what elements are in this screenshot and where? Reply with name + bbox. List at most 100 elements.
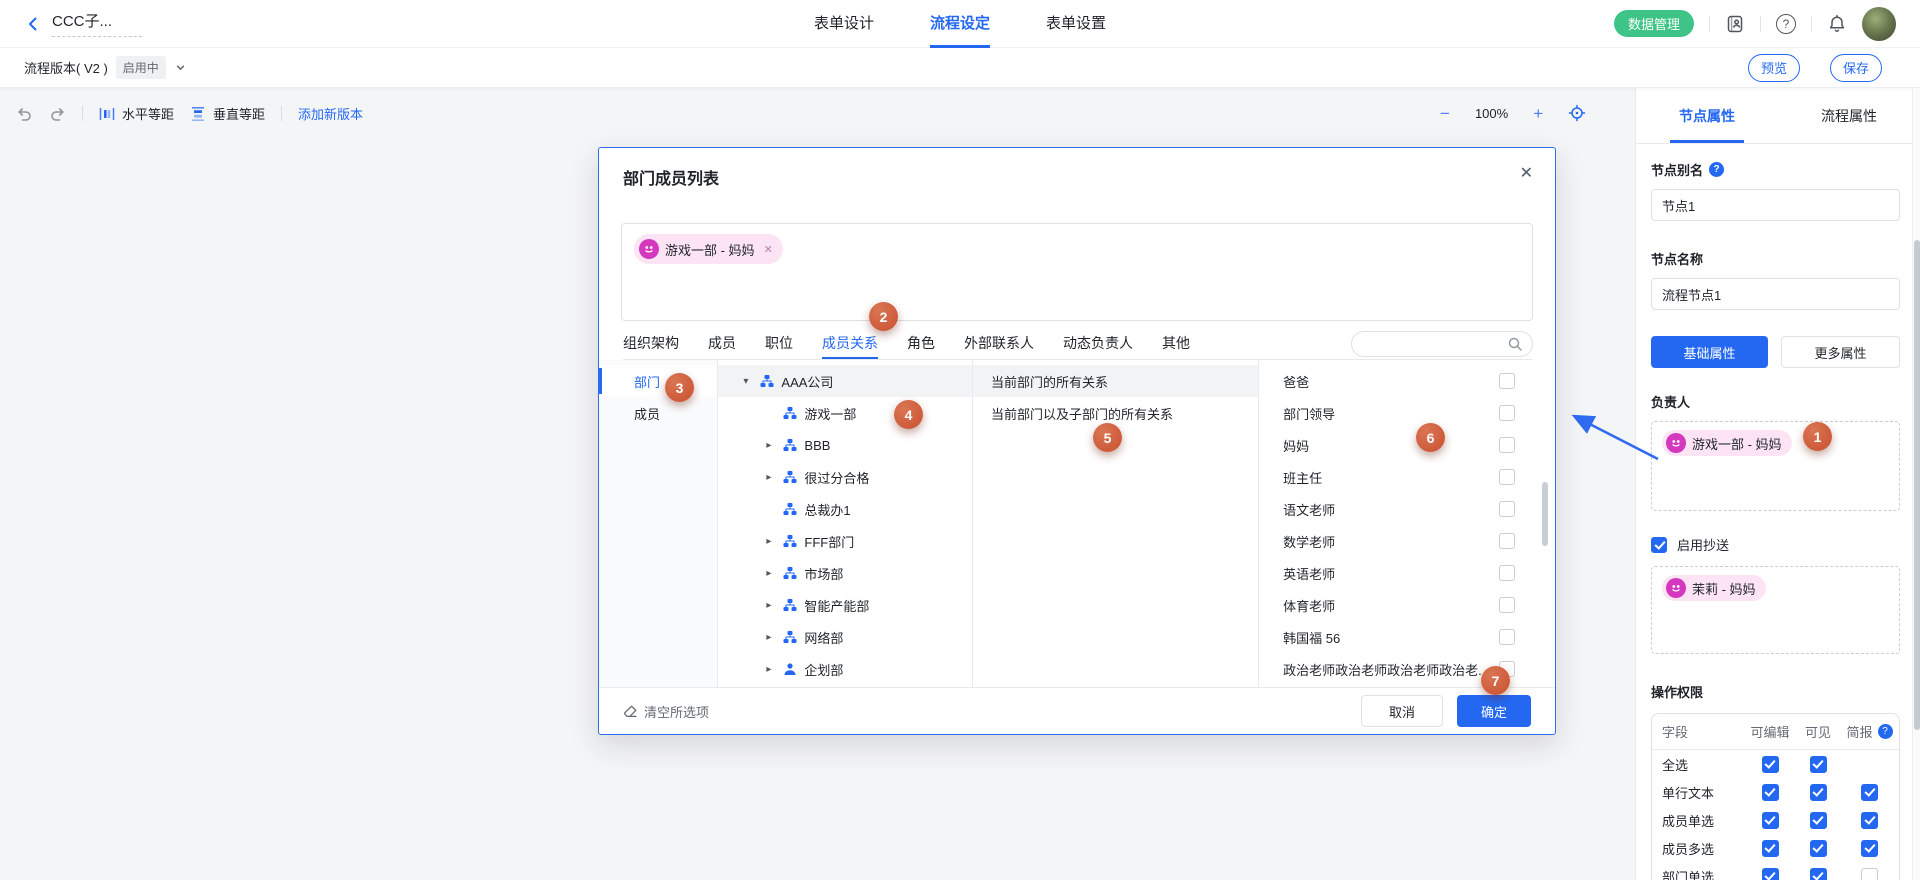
member-row[interactable]: 部门领导	[1259, 397, 1555, 429]
member-checkbox[interactable]	[1499, 373, 1515, 389]
member-row[interactable]: 体育老师	[1259, 589, 1555, 621]
tree-item[interactable]: 市场部	[718, 557, 972, 589]
basic-properties-button[interactable]: 基础属性	[1651, 336, 1768, 368]
caret-right-icon[interactable]	[766, 664, 783, 675]
help-icon[interactable]	[1878, 724, 1893, 739]
modal-tab-3[interactable]: 职位	[765, 329, 793, 359]
back-button[interactable]	[24, 15, 42, 33]
perm-checkbox-visible[interactable]	[1810, 840, 1827, 857]
scrollbar-thumb[interactable]	[1542, 482, 1548, 546]
member-row[interactable]: 英语老师	[1259, 557, 1555, 589]
chevron-down-icon[interactable]	[175, 62, 186, 73]
caret-right-icon[interactable]	[766, 568, 783, 579]
tree-item[interactable]: 网络部	[718, 621, 972, 653]
locate-icon[interactable]	[1568, 104, 1586, 122]
caret-right-icon[interactable]	[766, 472, 783, 483]
user-avatar[interactable]	[1862, 7, 1896, 41]
perm-checkbox-digest[interactable]	[1861, 812, 1878, 829]
modal-tab-8[interactable]: 其他	[1162, 329, 1190, 359]
redo-icon[interactable]	[49, 105, 66, 122]
member-checkbox[interactable]	[1499, 437, 1515, 453]
tree-item[interactable]: AAA公司	[718, 365, 972, 397]
help-icon[interactable]	[1709, 162, 1724, 177]
member-checkbox[interactable]	[1499, 405, 1515, 421]
tree-item[interactable]: 智能产能部	[718, 589, 972, 621]
perm-checkbox-visible[interactable]	[1810, 756, 1827, 773]
modal-tab-6[interactable]: 外部联系人	[964, 329, 1034, 359]
perm-checkbox-editable[interactable]	[1762, 840, 1779, 857]
node-name-input[interactable]	[1651, 278, 1900, 310]
header-tab-3[interactable]: 表单设置	[1046, 0, 1106, 48]
member-row[interactable]: 韩国福 56	[1259, 621, 1555, 653]
close-icon[interactable]	[1520, 163, 1533, 183]
remove-tag-icon[interactable]	[764, 243, 773, 256]
member-checkbox[interactable]	[1499, 469, 1515, 485]
relation-item[interactable]: 当前部门以及子部门的所有关系	[973, 397, 1258, 429]
notification-bell-icon[interactable]	[1827, 14, 1847, 34]
undo-icon[interactable]	[16, 105, 33, 122]
save-button[interactable]: 保存	[1830, 54, 1882, 82]
perm-checkbox-digest[interactable]	[1861, 784, 1878, 801]
perm-checkbox-editable[interactable]	[1762, 756, 1779, 773]
tree-item[interactable]: 企划部	[718, 653, 972, 685]
modal-tab-1[interactable]: 组织架构	[623, 329, 679, 359]
cc-field[interactable]: 茉莉 - 妈妈	[1651, 566, 1900, 654]
help-icon[interactable]	[1776, 14, 1796, 34]
member-row[interactable]: 数学老师	[1259, 525, 1555, 557]
modal-tab-7[interactable]: 动态负责人	[1063, 329, 1133, 359]
caret-down-icon[interactable]	[743, 376, 760, 387]
zoom-in-icon[interactable]	[1533, 105, 1543, 122]
member-row[interactable]: 妈妈	[1259, 429, 1555, 461]
perm-checkbox-editable[interactable]	[1762, 784, 1779, 801]
perm-checkbox-editable[interactable]	[1762, 868, 1779, 880]
perm-checkbox-visible[interactable]	[1810, 868, 1827, 880]
header-tab-2[interactable]: 流程设定	[930, 0, 990, 48]
scrollbar-thumb[interactable]	[1914, 240, 1920, 730]
modal-left-nav-item[interactable]: 部门	[599, 365, 717, 397]
contacts-icon[interactable]	[1725, 14, 1745, 34]
more-properties-button[interactable]: 更多属性	[1781, 336, 1900, 368]
sidebar-tab-2[interactable]: 流程属性	[1778, 88, 1920, 143]
vertical-spacing-button[interactable]: 垂直等距	[190, 104, 265, 123]
sidebar-tab-1[interactable]: 节点属性	[1636, 88, 1778, 143]
add-version-link[interactable]: 添加新版本	[298, 104, 363, 123]
perm-checkbox-editable[interactable]	[1762, 812, 1779, 829]
relation-item[interactable]: 当前部门的所有关系	[973, 365, 1258, 397]
modal-tab-5[interactable]: 角色	[907, 329, 935, 359]
zoom-out-icon[interactable]	[1440, 105, 1450, 122]
clear-selection-button[interactable]: 清空所选项	[623, 702, 709, 721]
tree-item[interactable]: FFF部门	[718, 525, 972, 557]
member-checkbox[interactable]	[1499, 501, 1515, 517]
modal-tab-2[interactable]: 成员	[708, 329, 736, 359]
member-checkbox[interactable]	[1499, 565, 1515, 581]
cc-checkbox[interactable]	[1651, 537, 1667, 553]
tree-item[interactable]: 总裁办1	[718, 493, 972, 525]
header-tab-1[interactable]: 表单设计	[814, 0, 874, 48]
perm-checkbox-visible[interactable]	[1810, 784, 1827, 801]
member-row[interactable]: 语文老师	[1259, 493, 1555, 525]
preview-button[interactable]: 预览	[1748, 54, 1800, 82]
modal-tab-4[interactable]: 成员关系	[822, 329, 878, 359]
member-checkbox[interactable]	[1499, 597, 1515, 613]
owner-field[interactable]: 游戏一部 - 妈妈	[1651, 421, 1900, 511]
node-alias-input[interactable]	[1651, 189, 1900, 221]
modal-left-nav-item[interactable]: 成员	[599, 397, 717, 429]
horizontal-spacing-button[interactable]: 水平等距	[99, 104, 174, 123]
tree-item[interactable]: 很过分合格	[718, 461, 972, 493]
caret-right-icon[interactable]	[766, 600, 783, 611]
confirm-button[interactable]: 确定	[1457, 695, 1531, 727]
data-manage-button[interactable]: 数据管理	[1614, 10, 1694, 37]
search-input[interactable]	[1362, 337, 1508, 352]
caret-right-icon[interactable]	[766, 440, 783, 451]
member-row[interactable]: 爸爸	[1259, 365, 1555, 397]
perm-checkbox-digest[interactable]	[1861, 868, 1878, 880]
member-checkbox[interactable]	[1499, 629, 1515, 645]
caret-right-icon[interactable]	[766, 536, 783, 547]
member-checkbox[interactable]	[1499, 533, 1515, 549]
caret-right-icon[interactable]	[766, 632, 783, 643]
tree-item[interactable]: 游戏一部	[718, 397, 972, 429]
perm-checkbox-digest[interactable]	[1861, 840, 1878, 857]
perm-checkbox-visible[interactable]	[1810, 812, 1827, 829]
member-row[interactable]: 班主任	[1259, 461, 1555, 493]
member-row[interactable]: 政治老师政治老师政治老师政治老...	[1259, 653, 1555, 685]
